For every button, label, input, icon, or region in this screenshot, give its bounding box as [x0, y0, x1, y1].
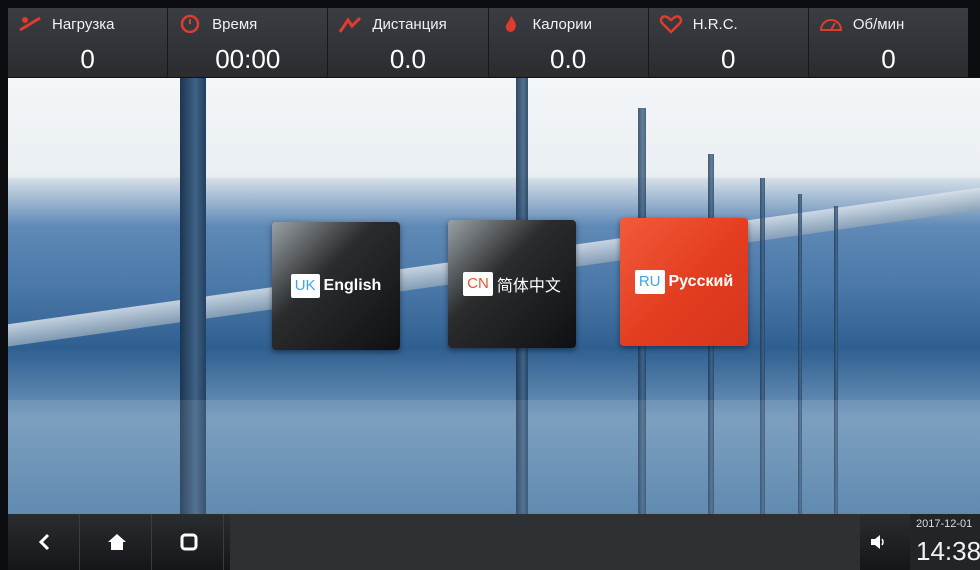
language-name: English: [323, 277, 382, 294]
language-code: CN: [463, 272, 493, 296]
stat-label: Нагрузка: [52, 16, 115, 33]
stat-label: Калории: [532, 16, 592, 33]
clock-time: 14:38: [916, 536, 980, 566]
volume-button[interactable]: [848, 514, 908, 570]
stat-rpm: Об/мин 0: [809, 8, 968, 77]
recent-apps-button[interactable]: [154, 514, 224, 570]
stat-heart-rate: H.R.C. 0: [649, 8, 809, 77]
language-name: 简体中文: [496, 278, 561, 295]
background-overlay: [8, 400, 980, 514]
stat-value: 0.0: [550, 44, 587, 74]
incline-icon: [19, 16, 41, 32]
stat-value: 0.0: [389, 44, 426, 74]
stat-value: 0: [721, 44, 736, 74]
back-button[interactable]: [10, 514, 80, 570]
home-button[interactable]: [82, 514, 152, 570]
stat-label: Об/мин: [852, 16, 905, 33]
language-code: UK: [290, 274, 320, 298]
stat-value: 0: [881, 44, 896, 74]
stat-time: Время 00:00: [168, 8, 329, 77]
recent-apps-icon: [180, 533, 197, 551]
speedometer-icon: [819, 19, 842, 31]
stat-value: 00:00: [215, 44, 281, 74]
stats-bar: Нагрузка 0 Время 00:00 Дистанция 0.0 Кал…: [8, 8, 968, 78]
language-russian-button[interactable]: RU Русский: [620, 218, 748, 346]
status-clock: 2017-12-01 14:38: [910, 514, 980, 570]
heart-icon: [659, 15, 682, 34]
stat-label: H.R.C.: [692, 16, 738, 33]
background-overlay: [8, 78, 980, 178]
speaker-icon: [871, 535, 884, 549]
nav-spacer: [230, 514, 860, 570]
stat-calories: Калории 0.0: [489, 8, 649, 77]
stat-distance: Дистанция 0.0: [328, 8, 489, 77]
stat-label: Дистанция: [372, 16, 447, 33]
language-name: Русский: [668, 273, 734, 290]
language-chinese-button[interactable]: CN 简体中文: [448, 220, 576, 348]
home-icon: [107, 534, 126, 550]
stat-label: Время: [212, 16, 258, 33]
language-english-button[interactable]: UK English: [272, 222, 400, 350]
timer-icon: [180, 14, 200, 34]
flame-icon: [505, 16, 516, 32]
distance-icon: [339, 16, 362, 33]
stat-load: Нагрузка 0: [8, 8, 169, 77]
stat-value: 0: [80, 44, 95, 74]
bottom-nav-bar: 2017-12-01 14:38: [8, 514, 980, 570]
language-code: RU: [634, 270, 665, 294]
back-icon: [38, 533, 49, 551]
clock-date: 2017-12-01: [916, 518, 973, 530]
